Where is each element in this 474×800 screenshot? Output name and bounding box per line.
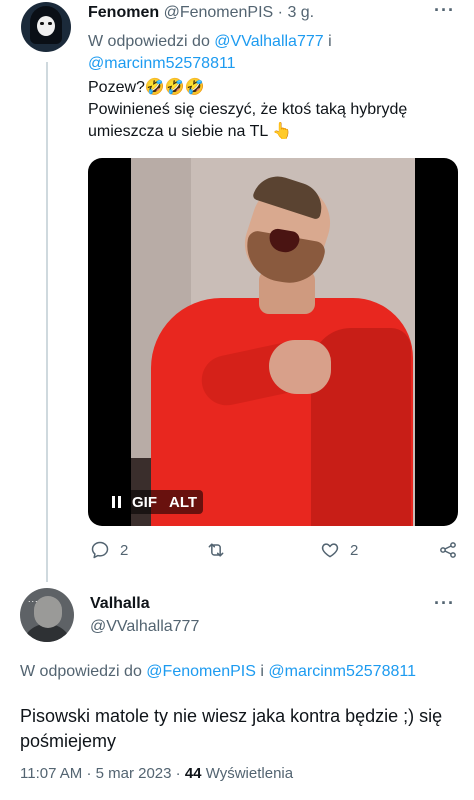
tweet2-views-count: 44 <box>184 765 202 782</box>
tweet1-display-name[interactable]: Fenomen <box>88 4 159 21</box>
tweet1-reply-and: i <box>328 33 332 50</box>
reply-icon <box>91 541 109 559</box>
gif-badge: GIF <box>132 493 157 511</box>
heart-icon <box>321 543 339 558</box>
tweet1-handle[interactable]: @FenomenPIS <box>164 4 274 21</box>
tweet2-separator2: · <box>175 765 181 782</box>
tweet2-views-label: Wyświetlenia <box>205 765 294 782</box>
retweet-icon <box>208 543 224 557</box>
tweet2-reply-prefix: W odpowiedzi do <box>20 663 142 680</box>
tweet1-more-icon[interactable]: ··· <box>434 0 455 21</box>
tweet1-reply-context: W odpowiedzi do @VValhalla777 i @marcinm… <box>88 31 458 75</box>
share-button[interactable] <box>438 540 458 560</box>
tweet2-more-icon[interactable]: ··· <box>434 593 455 614</box>
tweet2-text: Pisowski matole ty nie wiesz jaka kontra… <box>20 706 443 751</box>
tweet1-gif-media[interactable]: GIF ALT <box>88 158 458 526</box>
gif-scene <box>131 158 415 526</box>
gif-hand <box>269 340 331 394</box>
gif-controls: GIF ALT <box>104 490 204 514</box>
tweet2-reply-user1[interactable]: @FenomenPIS <box>146 663 256 680</box>
tweet1-reply-user2[interactable]: @marcinm52578811 <box>88 55 236 72</box>
avatar-fenomen[interactable] <box>21 2 71 52</box>
tweet2-separator: · <box>86 765 92 782</box>
reply-count: 2 <box>120 541 129 559</box>
tweet2-reply-user2[interactable]: @marcinm52578811 <box>268 663 416 680</box>
reply-button[interactable]: 2 <box>90 540 128 560</box>
share-icon <box>440 542 456 558</box>
tweet1-text-line2: Powinieneś się cieszyć, że ktoś taką hyb… <box>88 101 408 140</box>
tweet2-reply-context: W odpowiedzi do @FenomenPIS i @marcinm52… <box>20 663 416 681</box>
tweet2-time[interactable]: 11:07 AM <box>20 765 82 782</box>
tweet1-reply-prefix: W odpowiedzi do <box>88 33 210 50</box>
retweet-button[interactable] <box>206 540 236 560</box>
like-count: 2 <box>350 541 359 559</box>
alt-badge[interactable]: ALT <box>163 494 203 511</box>
tweet1-reply-user1[interactable]: @VValhalla777 <box>214 33 323 50</box>
tweet1-text-line1: Pozew?🤣🤣🤣 <box>88 79 205 96</box>
tweet2-handle[interactable]: @VValhalla777 <box>90 618 199 636</box>
tweet2-meta: 11:07 AM · 5 mar 2023 · 44 Wyświetlenia <box>20 765 293 782</box>
tweet1-separator: · <box>277 4 283 21</box>
pause-icon[interactable] <box>104 490 128 514</box>
avatar-dots: ... <box>28 594 39 604</box>
tweet1-time[interactable]: 3 g. <box>287 4 314 21</box>
tweet1-text: Pozew?🤣🤣🤣 Powinieneś się cieszyć, że kto… <box>88 77 458 143</box>
tweet1-actions: 2 2 <box>88 540 462 564</box>
tweet1-header: Fenomen @FenomenPIS · 3 g. <box>88 4 314 22</box>
tweet2-date[interactable]: 5 mar 2023 <box>96 765 172 782</box>
tweet2-display-name[interactable]: Valhalla <box>90 595 150 613</box>
thread-connector-line <box>46 62 48 582</box>
tweet2-reply-and: i <box>260 663 264 680</box>
avatar-valhalla[interactable]: ... <box>20 588 74 642</box>
like-button[interactable]: 2 <box>320 540 358 560</box>
avatar-mask-shape <box>37 16 55 36</box>
